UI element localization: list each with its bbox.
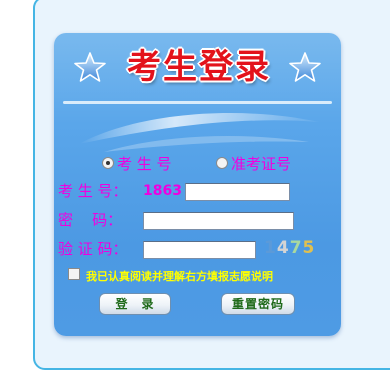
page-title: 考生登录 (127, 47, 271, 87)
title-bar: 考生登录 (54, 33, 341, 108)
password-label: 密 码： (58, 211, 123, 229)
login-type-selector: 考 生 号 准考证号 (54, 153, 341, 175)
star-icon (74, 52, 106, 82)
agree-text: 我已认真阅读并理解右方填报志愿说明 (86, 270, 273, 283)
radio-unchecked-icon[interactable] (216, 156, 228, 169)
radio-admission-label: 准考证号 (231, 155, 292, 173)
captcha-digit: 4 (276, 238, 290, 258)
radio-admission-number[interactable]: 准考证号 (216, 153, 291, 175)
login-box: 考生登录 考 生 号 准考证号 考 生 号： 1863 密 码： 验 证 码： … (54, 33, 341, 336)
candidate-number-label: 考 生 号： (58, 182, 128, 200)
captcha-digit: 7 (289, 238, 303, 258)
star-icon (289, 52, 321, 82)
reset-password-button[interactable]: 重置密码 (221, 293, 295, 315)
captcha-label: 验 证 码： (58, 240, 128, 258)
captcha-input[interactable] (143, 241, 256, 259)
captcha-digit: 1 (264, 238, 277, 258)
captcha-digit: 5 (302, 238, 316, 258)
radio-candidate-label: 考 生 号 (117, 155, 172, 173)
password-input[interactable] (143, 212, 294, 230)
candidate-number-prefix: 1863 (143, 183, 182, 199)
radio-candidate-number[interactable]: 考 生 号 (102, 153, 172, 175)
agree-checkbox[interactable] (68, 267, 80, 280)
candidate-number-input[interactable] (185, 183, 290, 201)
captcha-image[interactable]: 1475 (264, 238, 326, 258)
login-button[interactable]: 登 录 (99, 293, 171, 315)
agree-checkbox-row[interactable]: 我已认真阅读并理解右方填报志愿说明 (68, 266, 273, 284)
radio-checked-icon[interactable] (102, 156, 114, 169)
